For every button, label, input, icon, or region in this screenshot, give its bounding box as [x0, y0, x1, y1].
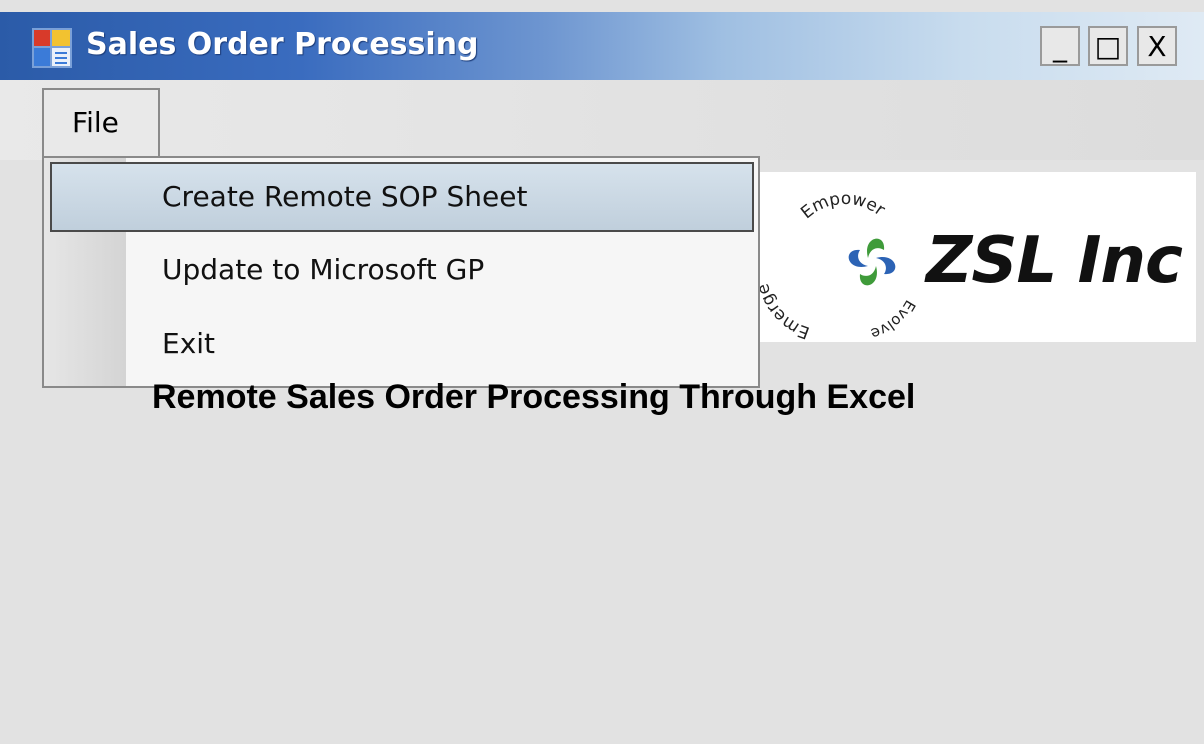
maximize-button[interactable]: □ — [1088, 26, 1128, 66]
menu-bar — [0, 80, 1204, 160]
file-dropdown-menu: Create Remote SOP Sheet Update to Micros… — [42, 156, 760, 388]
minimize-button[interactable]: _ — [1040, 26, 1080, 66]
menu-item-update-to-microsoft-gp[interactable]: Update to Microsoft GP — [44, 234, 758, 306]
menu-item-label: Create Remote SOP Sheet — [162, 180, 528, 213]
menu-file-label: File — [72, 106, 119, 139]
minimize-icon: _ — [1053, 29, 1067, 63]
menu-item-create-remote-sop-sheet[interactable]: Create Remote SOP Sheet — [50, 162, 754, 232]
logo-ring-evolve: Evolve — [868, 297, 919, 342]
title-bar[interactable]: Sales Order Processing _ □ X — [0, 12, 1204, 80]
menu-item-label: Update to Microsoft GP — [162, 253, 485, 286]
page-heading: Remote Sales Order Processing Through Ex… — [152, 378, 916, 416]
company-logo: Empower Emerge Evolve ZSL Inc — [760, 172, 1196, 342]
pinwheel-logo-icon — [848, 238, 896, 286]
logo-ring-empower: Empower — [797, 189, 888, 223]
logo-emblem: Empower Emerge Evolve — [760, 189, 919, 342]
logo-ring-emerge: Emerge — [760, 281, 812, 342]
close-button[interactable]: X — [1137, 26, 1177, 66]
menu-file[interactable]: File — [42, 88, 160, 158]
main-window: Sales Order Processing _ □ X File Create… — [0, 0, 1204, 744]
menu-item-exit[interactable]: Exit — [44, 308, 758, 380]
close-icon: X — [1147, 29, 1167, 63]
window-title: Sales Order Processing — [86, 27, 479, 62]
maximize-icon: □ — [1094, 29, 1122, 63]
menu-item-label: Exit — [162, 327, 216, 360]
logo-company-name: ZSL Inc — [926, 224, 1183, 298]
app-icon — [32, 28, 72, 68]
